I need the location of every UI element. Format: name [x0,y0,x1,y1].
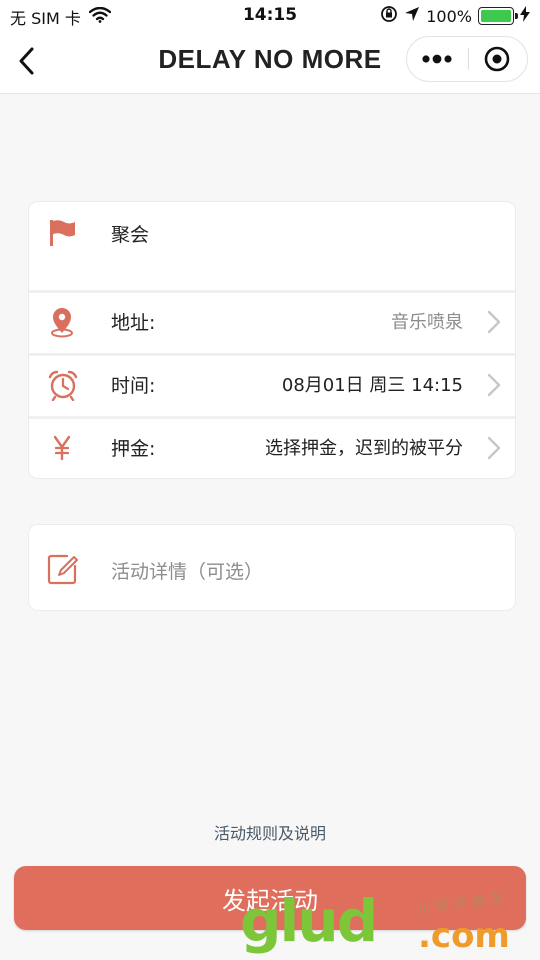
mini-program-capsule [406,36,528,82]
battery-percent: 100% [426,6,472,26]
time-row[interactable]: 时间: 08月01日 周三 14:15 [29,353,515,415]
deposit-value: 选择押金，迟到的被平分 [265,438,463,459]
activity-name-value: 聚会 [111,224,150,246]
submit-label: 发起活动 [222,886,318,915]
chevron-right-icon [487,436,501,460]
deposit-label: 押金: [111,438,156,460]
submit-activity-button[interactable]: 发起活动 [14,866,526,930]
close-mini-program-button[interactable] [467,37,527,81]
deposit-row[interactable]: 押金: 选择押金，迟到的被平分 [29,416,515,478]
address-row[interactable]: 地址: 音乐喷泉 [29,290,515,352]
yen-icon [47,432,77,462]
more-button[interactable] [407,37,467,81]
details-placeholder: 活动详情（可选） [111,561,264,583]
chevron-right-icon [487,310,501,334]
activity-details-field[interactable]: 活动详情（可选） [28,524,516,611]
activity-name-row[interactable]: 聚会 [29,202,515,264]
nav-bar: DELAY NO MORE [0,32,540,94]
status-bar: 无 SIM 卡 14:15 100% [0,0,540,32]
location-pin-icon [47,306,77,338]
time-value: 08月01日 周三 14:15 [281,375,463,396]
status-right: 100% [380,5,530,27]
orientation-lock-icon [380,5,398,27]
rules-link[interactable]: 活动规则及说明 [0,820,540,844]
charging-icon [520,6,530,26]
more-dots-icon [422,54,452,64]
battery-icon [478,7,518,25]
target-close-icon [484,46,510,72]
alarm-clock-icon [47,369,78,402]
activity-form-card: 聚会 地址: 音乐喷泉 时间: 08月01日 周三 14:15 押金: 选择押金… [28,201,516,479]
address-value: 音乐喷泉 [391,312,463,333]
flag-icon [47,218,77,248]
address-label: 地址: [111,312,156,334]
chevron-right-icon [487,373,501,397]
edit-icon [47,553,79,585]
battery-fill [481,10,511,22]
location-arrow-icon [404,6,420,26]
time-label: 时间: [111,375,156,397]
